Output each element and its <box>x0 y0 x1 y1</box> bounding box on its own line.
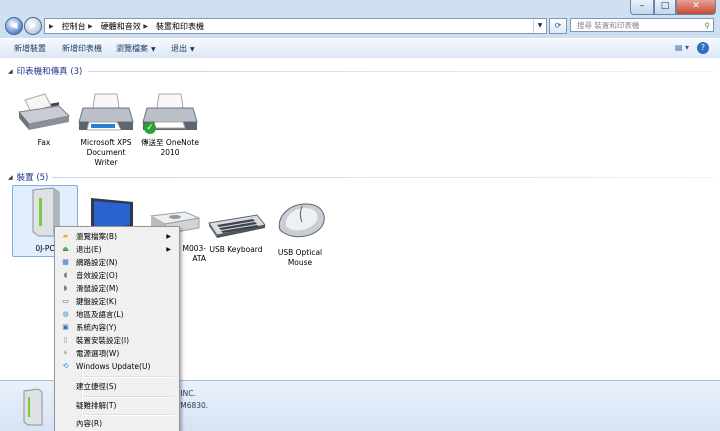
minimize-button[interactable]: – <box>630 0 654 15</box>
sound-icon: ◖ <box>63 271 68 279</box>
fax-icon <box>18 93 71 130</box>
breadcrumb-control-panel[interactable]: 控制台 ▶ <box>58 21 97 32</box>
group-divider <box>88 71 713 72</box>
device-icon: ▯ <box>63 336 68 344</box>
address-history-dropdown[interactable]: ▼ <box>533 19 546 33</box>
back-button[interactable]: ◀ <box>5 17 23 35</box>
menu-item-create-shortcut[interactable]: 建立捷徑(S) <box>57 380 177 393</box>
computer-icon <box>23 388 43 426</box>
printers-group-header[interactable]: ◢ 印表機和傳真 (3) <box>8 65 82 77</box>
printer-item-onenote[interactable]: ✓ 傳送至 OneNote 2010 <box>138 92 202 158</box>
refresh-button[interactable]: ⟳ <box>549 18 567 34</box>
eject-button[interactable]: 退出 ▼ <box>171 43 195 54</box>
device-item-mouse[interactable]: USB Optical Mouse <box>268 200 332 268</box>
devices-group-header[interactable]: ◢ 裝置 (5) <box>8 171 48 183</box>
menu-item-region-language[interactable]: ◍ 地區及語言(L) <box>57 308 177 321</box>
menu-item-troubleshoot[interactable]: 疑難排解(T) <box>57 399 177 412</box>
menu-separator <box>83 414 175 416</box>
command-bar: 新增裝置 新增印表機 瀏覽檔案 ▼ 退出 ▼ ▤ ▾ ? <box>0 38 720 59</box>
submenu-arrow-icon: ▶ <box>166 233 171 240</box>
system-icon: ▣ <box>62 323 69 331</box>
address-root-icon[interactable]: ▶ <box>45 23 58 30</box>
menu-item-browse-files[interactable]: ▰ 瀏覽檔案(B) ▶ <box>57 230 177 243</box>
help-button[interactable]: ? <box>697 42 709 54</box>
search-icon: ⚲ <box>704 21 711 30</box>
chevron-down-icon: ▼ <box>151 46 156 53</box>
add-device-button[interactable]: 新增裝置 <box>14 43 46 54</box>
printer-item-fax[interactable]: Fax <box>12 92 76 148</box>
menu-separator <box>83 396 175 398</box>
printer-icon <box>78 93 134 131</box>
eject-icon: ⏏ <box>62 245 69 253</box>
forward-button[interactable]: ▶ <box>24 17 42 35</box>
power-icon: ⚡ <box>63 349 68 357</box>
globe-icon: ◍ <box>62 310 69 318</box>
keyboard-icon <box>208 214 266 238</box>
mouse-icon: ◗ <box>63 284 68 292</box>
folder-icon: ▰ <box>62 232 69 240</box>
menu-item-eject[interactable]: ⏏ 退出(E) ▶ <box>57 243 177 256</box>
update-icon: ⟲ <box>62 362 69 370</box>
collapse-icon: ◢ <box>8 67 13 75</box>
printer-item-xps[interactable]: Microsoft XPS Document Writer <box>74 92 138 168</box>
search-input[interactable]: 搜尋 裝置和印表機 ⚲ <box>570 18 714 32</box>
address-bar[interactable]: ▶ 控制台 ▶ 硬體和音效 ▶ 裝置和印表機 ▼ <box>44 18 547 34</box>
breadcrumb-hardware-sound[interactable]: 硬體和音效 ▶ <box>97 21 152 32</box>
menu-item-network-settings[interactable]: ▦ 網路設定(N) <box>57 256 177 269</box>
device-item-keyboard[interactable]: USB Keyboard <box>204 213 268 255</box>
context-menu: ▰ 瀏覽檔案(B) ▶ ⏏ 退出(E) ▶ ▦ 網路設定(N) ◖ 音效設定(O… <box>54 226 180 431</box>
menu-item-properties[interactable]: 內容(R) <box>57 417 177 430</box>
menu-item-device-installation[interactable]: ▯ 裝置安裝設定(I) <box>57 334 177 347</box>
maximize-button[interactable]: □ <box>654 0 676 15</box>
default-printer-check-icon: ✓ <box>144 122 156 134</box>
network-icon: ▦ <box>62 258 69 266</box>
collapse-icon: ◢ <box>8 173 13 181</box>
chevron-down-icon: ▼ <box>190 46 195 53</box>
change-view-button[interactable]: ▤ ▾ <box>675 43 689 52</box>
menu-separator <box>83 376 175 378</box>
devices-and-printers-window: – □ ✕ ◀ ▶ ▶ 控制台 ▶ 硬體和音效 ▶ 裝置和印表機 ▼ ⟳ 搜尋 … <box>0 0 720 431</box>
breadcrumb-devices-printers[interactable]: 裝置和印表機 <box>152 21 208 32</box>
menu-item-system-properties[interactable]: ▣ 系統內容(Y) <box>57 321 177 334</box>
mouse-icon <box>278 203 325 238</box>
group-divider <box>52 177 713 178</box>
caption-buttons: – □ ✕ <box>630 0 716 15</box>
submenu-arrow-icon: ▶ <box>166 246 171 253</box>
add-printer-button[interactable]: 新增印表機 <box>62 43 102 54</box>
menu-item-keyboard-settings[interactable]: ▭ 鍵盤設定(K) <box>57 295 177 308</box>
menu-item-power-options[interactable]: ⚡ 電源選項(W) <box>57 347 177 360</box>
close-button[interactable]: ✕ <box>676 0 716 15</box>
navigation-buttons: ◀ ▶ <box>5 17 42 35</box>
menu-item-mouse-settings[interactable]: ◗ 滑鼠設定(M) <box>57 282 177 295</box>
browse-files-button[interactable]: 瀏覽檔案 ▼ <box>116 43 156 54</box>
keyboard-icon: ▭ <box>62 297 69 305</box>
menu-item-sound-settings[interactable]: ◖ 音效設定(O) <box>57 269 177 282</box>
menu-item-windows-update[interactable]: ⟲ Windows Update(U) <box>57 360 177 373</box>
